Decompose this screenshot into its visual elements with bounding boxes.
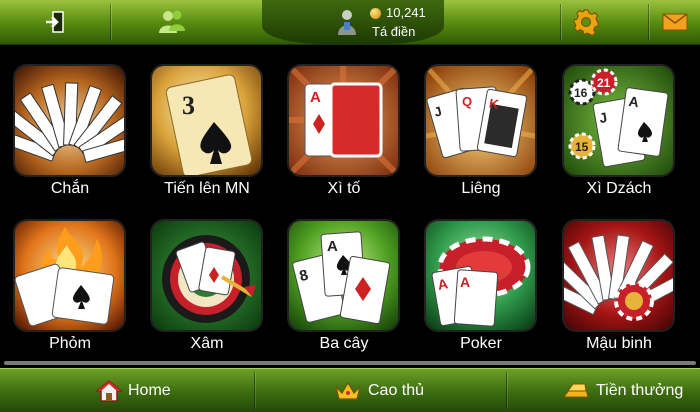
game-label: Phỏm [49, 335, 91, 352]
nav-top-players-label: Cao thủ [368, 381, 425, 399]
divider [560, 4, 561, 40]
mail-icon [662, 13, 688, 31]
game-label: Xâm [190, 335, 224, 352]
game-label: Mậu binh [586, 335, 652, 352]
chip-label: 15 [575, 140, 589, 154]
settings-button[interactable] [562, 0, 610, 44]
game-label: Xì Dzách [586, 180, 652, 197]
game-tile-lieng[interactable]: J Q K [426, 66, 535, 175]
divider [648, 4, 649, 40]
phom-artwork [15, 221, 124, 330]
card-rank: 3 [182, 91, 195, 120]
game-tile-chan[interactable] [15, 66, 124, 175]
nav-bonus-button[interactable]: Tiền thưởng [562, 369, 683, 412]
xam-artwork [152, 221, 261, 330]
poker-artwork: A A [426, 221, 535, 330]
game-label: Chắn [50, 180, 90, 197]
ba-cay-artwork: 8 A [289, 221, 398, 330]
card-rank: Q [462, 94, 472, 109]
card-rank: A [327, 238, 338, 255]
user-panel[interactable]: 10,241 Tá điền [262, 0, 444, 44]
game-tile-xi-to[interactable]: A [289, 66, 398, 175]
game-label: Xì tố [327, 180, 361, 197]
user-avatar-icon [338, 10, 356, 35]
mau-binh-artwork [564, 221, 673, 330]
nav-top-players-button[interactable]: Cao thủ [334, 369, 424, 412]
coin-icon [370, 8, 381, 19]
exit-icon [46, 11, 64, 33]
game-tile-ba-cay[interactable]: 8 A [289, 221, 398, 330]
lieng-artwork: J Q K [426, 66, 535, 175]
exit-button[interactable] [0, 0, 110, 44]
game-tile-phom[interactable] [15, 221, 124, 330]
game-tile-xam[interactable] [152, 221, 261, 330]
top-bar: 10,241 Tá điền [0, 0, 700, 45]
home-icon [96, 379, 122, 402]
nav-bonus-label: Tiền thưởng [596, 381, 684, 399]
scrollbar[interactable] [4, 361, 696, 365]
friends-icon [159, 10, 185, 33]
card-rank: A [460, 274, 470, 290]
crown-icon [334, 381, 362, 400]
xi-dzach-artwork: 16 21 15 J A [564, 66, 673, 175]
xi-to-artwork: A [289, 66, 398, 175]
game-label: Tiến lên MN [164, 180, 250, 197]
coin-balance: 10,241 [386, 5, 426, 20]
game-tile-poker[interactable]: A A [426, 221, 535, 330]
gold-bar-icon [563, 383, 589, 397]
gear-icon [573, 9, 599, 35]
friends-button[interactable] [112, 0, 232, 44]
divider [254, 372, 255, 409]
game-label: Ba cây [319, 335, 369, 352]
game-label: Poker [460, 335, 502, 352]
bottom-nav: Home Cao thủ Tiền thưởng [0, 368, 700, 412]
mail-button[interactable] [650, 0, 700, 44]
tien-len-artwork: 3 [152, 66, 261, 175]
username: Tá điền [372, 24, 416, 39]
game-label: Liêng [461, 180, 501, 197]
divider [506, 372, 507, 409]
divider [110, 4, 111, 40]
game-tile-tien-len-mn[interactable]: 3 [152, 66, 261, 175]
chip-label: 21 [597, 76, 611, 90]
game-tile-mau-binh[interactable] [564, 221, 673, 330]
game-tile-xi-dzach[interactable]: 16 21 15 J A [564, 66, 673, 175]
nav-home-button[interactable]: Home [96, 369, 171, 412]
card-rank: A [310, 89, 321, 106]
chan-artwork [15, 66, 124, 175]
chip-label: 16 [574, 86, 588, 100]
nav-home-label: Home [128, 381, 171, 399]
